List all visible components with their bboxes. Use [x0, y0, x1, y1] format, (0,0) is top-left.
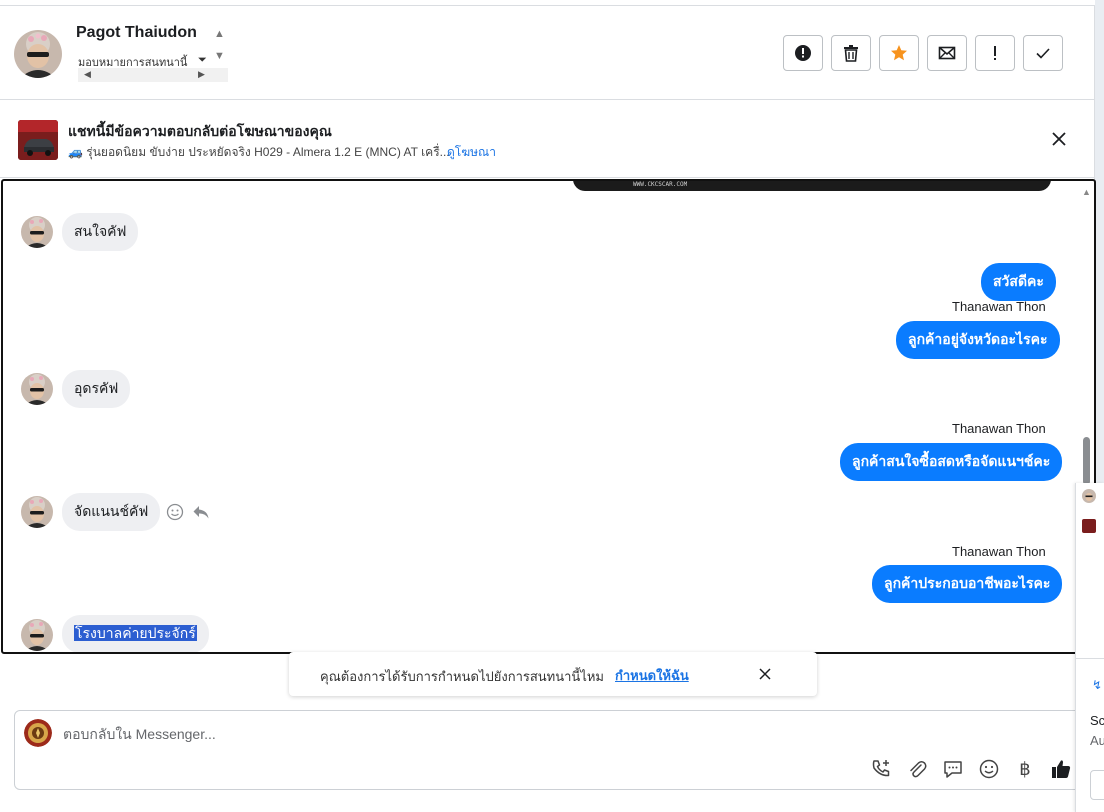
- close-toast-button[interactable]: [756, 665, 774, 683]
- scroll-right-icon[interactable]: ▶: [198, 69, 205, 80]
- horizontal-scrollbar[interactable]: ◀ ▶: [78, 68, 228, 82]
- page-avatar: [24, 719, 52, 747]
- contact-avatar-small[interactable]: [21, 619, 53, 651]
- thumbs-up-icon: [1052, 760, 1071, 778]
- outgoing-message[interactable]: ลูกค้าประกอบอาชีพอะไรคะ: [872, 565, 1063, 603]
- chat-bubble-icon: [944, 761, 962, 778]
- ad-banner-title: แชทนี้มีข้อความตอบกลับต่อโฆษณาของคุณ: [68, 123, 332, 139]
- close-banner-button[interactable]: [1048, 128, 1070, 150]
- sender-name: Thanawan Thon: [952, 421, 1046, 436]
- ad-reply-banner: แชทนี้มีข้อความตอบกลับต่อโฆษณาของคุณ 🚙 ร…: [0, 100, 1095, 178]
- ad-banner-subtitle: 🚙 รุ่นยอดนิยม ขับง่าย ประหยัดจริง H029 -…: [68, 145, 450, 159]
- attach-button[interactable]: [905, 757, 929, 781]
- emoji-icon: [979, 759, 999, 779]
- check-icon: [1036, 48, 1050, 59]
- conversation-header: Pagot Thaiudon มอบหมายการสนทนานี้ ⏷ ◀ ▶ …: [0, 6, 1095, 100]
- outgoing-message[interactable]: ลูกค้าอยู่จังหวัดอะไรคะ: [896, 321, 1060, 359]
- outgoing-message[interactable]: สวัสดีคะ: [981, 263, 1056, 301]
- scroll-left-icon[interactable]: ◀: [84, 69, 91, 80]
- side-panel: ↯ Sc Au: [1075, 483, 1104, 812]
- composer-toolbar: ฿: [869, 757, 1073, 781]
- next-conversation-icon[interactable]: ▼: [214, 50, 225, 62]
- shared-image[interactable]: WWW.CKCSCAR.COM: [573, 181, 1051, 191]
- inbox-conversation-pane: Pagot Thaiudon มอบหมายการสนทนานี้ ⏷ ◀ ▶ …: [0, 0, 1096, 812]
- incoming-message[interactable]: โรงบาลค่ายประจักร์: [62, 615, 209, 652]
- previous-conversation-icon[interactable]: ▲: [214, 28, 225, 40]
- emoji-button[interactable]: [977, 757, 1001, 781]
- like-button[interactable]: [1049, 757, 1073, 781]
- ad-thumbnail[interactable]: [18, 120, 58, 160]
- outgoing-message[interactable]: ลูกค้าสนใจซื้อสดหรือจัดแนฯช์คะ: [840, 443, 1063, 481]
- conversation-toolbar: [783, 35, 1063, 71]
- envelope-icon: [938, 46, 956, 60]
- toast-message: คุณต้องการได้รับการกำหนดไปยังการสนทนานี้…: [320, 669, 604, 684]
- delete-button[interactable]: [831, 35, 871, 71]
- assign-suggestion-toast: คุณต้องการได้รับการกำหนดไปยังการสนทนานี้…: [289, 652, 817, 696]
- phone-plus-icon: [872, 760, 890, 777]
- follow-up-button[interactable]: [975, 35, 1015, 71]
- contact-avatar[interactable]: [14, 30, 62, 78]
- contact-avatar-small[interactable]: [21, 373, 53, 405]
- caret-down-icon[interactable]: ⏷: [198, 54, 207, 67]
- sender-name: Thanawan Thon: [952, 299, 1046, 314]
- star-button[interactable]: [879, 35, 919, 71]
- trash-icon: [844, 45, 858, 62]
- call-button[interactable]: [869, 757, 893, 781]
- close-icon: [759, 668, 771, 680]
- incoming-message[interactable]: อุดรคัฟ: [62, 370, 131, 408]
- scroll-up-icon[interactable]: ▲: [1082, 187, 1091, 197]
- exclamation-circle-icon: [795, 45, 811, 61]
- mark-done-button[interactable]: [1023, 35, 1063, 71]
- close-icon: [1052, 132, 1066, 146]
- incoming-message[interactable]: จัดแนนช์คัฟ: [62, 493, 161, 531]
- message-composer: ฿: [14, 710, 1084, 790]
- scrollbar-thumb[interactable]: [1083, 437, 1090, 485]
- contact-avatar-small[interactable]: [21, 216, 53, 248]
- report-spam-button[interactable]: [783, 35, 823, 71]
- image-caption: WWW.CKCSCAR.COM: [633, 181, 688, 188]
- selected-text: โรงบาลค่ายประจักร์: [74, 625, 197, 641]
- message-actions: [166, 503, 210, 521]
- exclamation-icon: [994, 46, 996, 60]
- star-icon: [891, 45, 907, 61]
- reply-icon[interactable]: [192, 503, 210, 521]
- sender-name: Thanawan Thon: [952, 544, 1046, 559]
- link-icon[interactable]: ↯: [1092, 678, 1102, 692]
- contact-avatar-small[interactable]: [21, 496, 53, 528]
- side-panel-subtext: Au: [1090, 733, 1104, 748]
- side-panel-input[interactable]: [1090, 770, 1104, 800]
- paperclip-icon: [910, 761, 927, 778]
- mark-unread-button[interactable]: [927, 35, 967, 71]
- side-panel-text: Sc: [1090, 713, 1104, 728]
- contact-name[interactable]: Pagot Thaiudon: [76, 24, 197, 42]
- divider: [1076, 658, 1104, 659]
- incoming-message[interactable]: สนใจคัฟ: [62, 213, 139, 251]
- contact-avatar-small[interactable]: [1082, 489, 1096, 503]
- emoji-react-icon[interactable]: [166, 503, 184, 521]
- view-ad-link[interactable]: ดูโฆษณา: [447, 143, 496, 162]
- assign-to-me-link[interactable]: กำหนดให้ฉัน: [615, 665, 689, 686]
- ad-thumbnail-small[interactable]: [1082, 519, 1096, 533]
- payment-button[interactable]: ฿: [1013, 757, 1037, 781]
- reply-input[interactable]: [63, 723, 963, 745]
- message-thread[interactable]: WWW.CKCSCAR.COM สนใจคัฟ สวัสดีคะ Thanawa…: [1, 179, 1096, 654]
- saved-replies-button[interactable]: [941, 757, 965, 781]
